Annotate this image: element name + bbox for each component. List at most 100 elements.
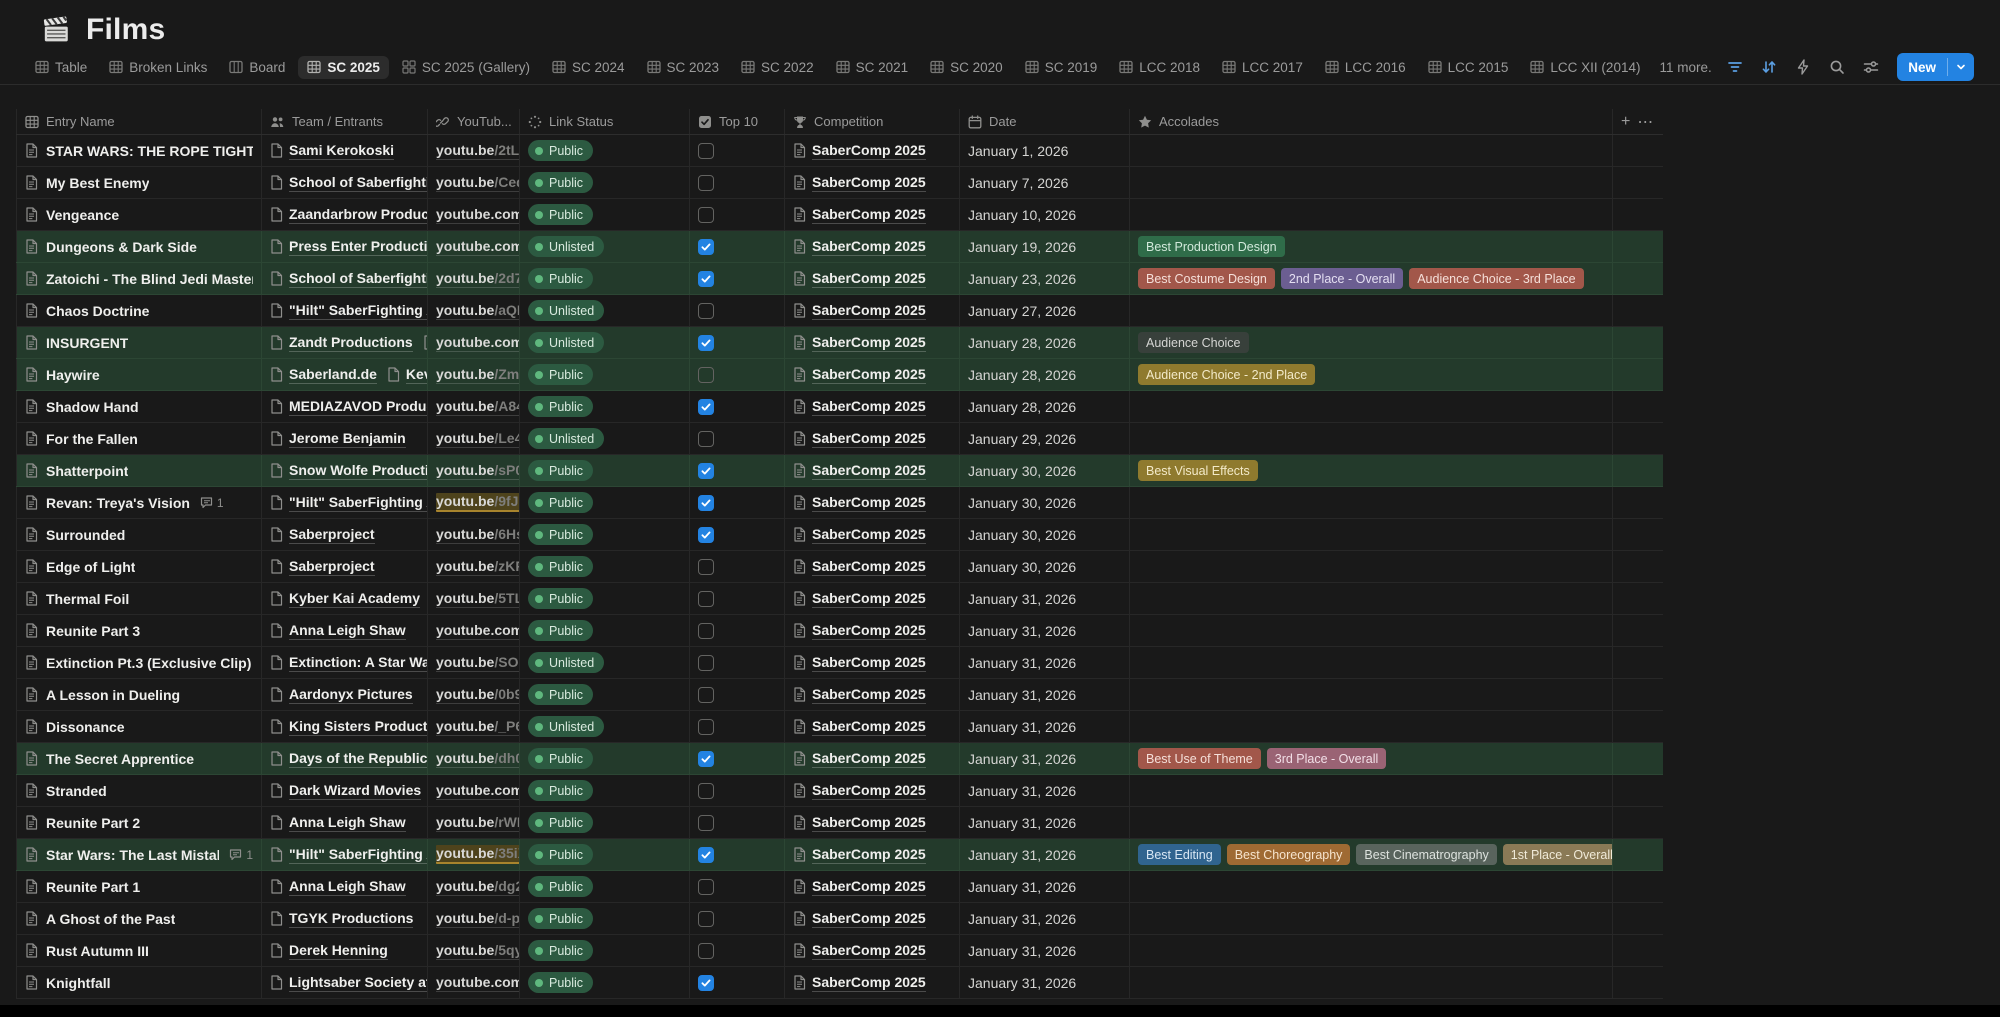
team-page-link[interactable]: "Hilt" SaberFighting Acad bbox=[270, 494, 427, 512]
team-page-link[interactable]: Extinction: A Star Wars St bbox=[270, 654, 427, 672]
competition-page-link[interactable]: SaberComp 2025 bbox=[793, 686, 926, 704]
table-row[interactable]: Haywire Saberland.de Kevin B youtu.be/Zmkl P… bbox=[16, 359, 1663, 391]
column-header-team[interactable]: Team / Entrants bbox=[262, 109, 428, 134]
table-row[interactable]: Knightfall Lightsaber Society at Bois yout… bbox=[16, 967, 1663, 999]
tab-sc-2021[interactable]: SC 2021 bbox=[827, 56, 918, 79]
column-header-status[interactable]: Link Status bbox=[520, 109, 690, 134]
entry-name[interactable]: Shatterpoint bbox=[46, 463, 128, 479]
youtube-link[interactable]: youtube.com/w bbox=[436, 238, 519, 256]
entry-name[interactable]: A Lesson in Dueling bbox=[46, 687, 180, 703]
youtube-link[interactable]: youtube.com/w bbox=[436, 974, 519, 992]
competition-page-link[interactable]: SaberComp 2025 bbox=[793, 654, 926, 672]
competition-page-link[interactable]: SaberComp 2025 bbox=[793, 846, 926, 864]
competition-page-link[interactable]: SaberComp 2025 bbox=[793, 206, 926, 224]
top10-checkbox[interactable] bbox=[698, 974, 714, 991]
entry-name[interactable]: My Best Enemy bbox=[46, 175, 149, 191]
team-page-link[interactable]: Saberproject bbox=[270, 526, 375, 544]
column-header-comp[interactable]: Competition bbox=[785, 109, 960, 134]
accolade-tag[interactable]: 2nd Place - Overall bbox=[1280, 268, 1404, 289]
competition-page-link[interactable]: SaberComp 2025 bbox=[793, 910, 926, 928]
accolade-tag[interactable]: Best Cinematrography bbox=[1356, 844, 1497, 865]
tab-sc-2020[interactable]: SC 2020 bbox=[921, 56, 1012, 79]
youtube-link[interactable]: youtu.be/Le4_ bbox=[436, 430, 519, 448]
entry-name[interactable]: A Ghost of the Past bbox=[46, 911, 175, 927]
competition-page-link[interactable]: SaberComp 2025 bbox=[793, 718, 926, 736]
link-status-badge[interactable]: Public bbox=[528, 364, 594, 385]
accolade-tag[interactable]: Best Costume Design bbox=[1138, 268, 1275, 289]
youtube-link[interactable]: youtu.be/aQN2 bbox=[436, 302, 519, 320]
link-status-badge[interactable]: Public bbox=[528, 812, 594, 833]
sort-icon[interactable] bbox=[1759, 57, 1779, 77]
entry-name[interactable]: Shadow Hand bbox=[46, 399, 139, 415]
accolade-tag[interactable]: Best Editing bbox=[1138, 844, 1221, 865]
top10-checkbox[interactable] bbox=[698, 910, 714, 927]
youtube-link[interactable]: youtu.be/6HsI bbox=[436, 526, 519, 544]
entry-name[interactable]: Dissonance bbox=[46, 719, 125, 735]
top10-checkbox[interactable] bbox=[698, 750, 714, 767]
link-status-badge[interactable]: Public bbox=[528, 780, 594, 801]
table-row[interactable]: Surrounded Saberproject youtu.be/6HsI Publi… bbox=[16, 519, 1663, 551]
table-row[interactable]: My Best Enemy School of Saberfighting yout… bbox=[16, 167, 1663, 199]
competition-page-link[interactable]: SaberComp 2025 bbox=[793, 462, 926, 480]
table-row[interactable]: Star Wars: The Last Mistake 1 "Hilt" Saber… bbox=[16, 839, 1663, 871]
column-header-accolades[interactable]: Accolades bbox=[1130, 109, 1613, 134]
top10-checkbox[interactable] bbox=[698, 174, 714, 191]
top10-checkbox[interactable] bbox=[698, 526, 714, 543]
top10-checkbox[interactable] bbox=[698, 462, 714, 479]
accolade-tag[interactable]: Best Choreography bbox=[1226, 844, 1351, 865]
entry-name[interactable]: Revan: Treya's Vision bbox=[46, 495, 190, 511]
entry-name[interactable]: Knightfall bbox=[46, 975, 111, 991]
link-status-badge[interactable]: Public bbox=[528, 140, 594, 161]
youtube-link[interactable]: youtu.be/5qys bbox=[436, 942, 519, 960]
sliders-icon[interactable] bbox=[1861, 57, 1881, 77]
comment-indicator[interactable]: 1 bbox=[229, 848, 253, 862]
youtube-link[interactable]: youtu.be/35iX bbox=[436, 845, 519, 864]
youtube-link[interactable]: youtube.com/w bbox=[436, 622, 519, 640]
youtube-link[interactable]: youtu.be/sP0l bbox=[436, 462, 519, 480]
team-page-link[interactable]: Dark Wizard Movies bbox=[270, 782, 422, 800]
team-page-link[interactable]: TGYK Productions bbox=[270, 910, 414, 928]
new-button-label[interactable]: New bbox=[1897, 53, 1947, 81]
top10-checkbox[interactable] bbox=[698, 686, 714, 703]
entry-name[interactable]: Vengeance bbox=[46, 207, 119, 223]
tab-sc-2025-gallery-[interactable]: SC 2025 (Gallery) bbox=[393, 56, 539, 79]
team-page-link[interactable]: Anna Leigh Shaw bbox=[270, 814, 406, 832]
comment-indicator[interactable]: 1 bbox=[200, 496, 224, 510]
tab-sc-2022[interactable]: SC 2022 bbox=[732, 56, 823, 79]
link-status-badge[interactable]: Public bbox=[528, 172, 594, 193]
top10-checkbox[interactable] bbox=[698, 590, 714, 607]
link-status-badge[interactable]: Unlisted bbox=[528, 236, 605, 257]
youtube-link[interactable]: youtu.be/2d73 bbox=[436, 270, 519, 288]
tab-lcc-2016[interactable]: LCC 2016 bbox=[1316, 56, 1415, 79]
youtube-link[interactable]: youtu.be/Ceq. bbox=[436, 174, 519, 192]
entry-name[interactable]: Reunite Part 2 bbox=[46, 815, 140, 831]
accolade-tag[interactable]: Audience Choice bbox=[1138, 332, 1249, 353]
table-row[interactable]: Chaos Doctrine "Hilt" SaberFighting Acad y… bbox=[16, 295, 1663, 327]
youtube-link[interactable]: youtu.be/9fJO bbox=[436, 493, 519, 512]
link-status-badge[interactable]: Public bbox=[528, 748, 594, 769]
link-status-badge[interactable]: Public bbox=[528, 940, 594, 961]
youtube-link[interactable]: youtu.be/SOQ bbox=[436, 654, 519, 672]
team-page-link[interactable]: "Hilt" SaberFighting Acad bbox=[270, 302, 427, 320]
link-status-badge[interactable]: Public bbox=[528, 972, 594, 993]
table-row[interactable]: Revan: Treya's Vision 1 "Hilt" SaberFighti… bbox=[16, 487, 1663, 519]
entry-name[interactable]: Reunite Part 1 bbox=[46, 879, 140, 895]
entry-name[interactable]: Thermal Foil bbox=[46, 591, 129, 607]
competition-page-link[interactable]: SaberComp 2025 bbox=[793, 270, 926, 288]
youtube-link[interactable]: youtu.be/dg26 bbox=[436, 878, 519, 896]
tab-lcc-xii-2014-[interactable]: LCC XII (2014) bbox=[1521, 56, 1649, 79]
top10-checkbox[interactable] bbox=[698, 366, 714, 383]
entry-name[interactable]: Reunite Part 3 bbox=[46, 623, 140, 639]
top10-checkbox[interactable] bbox=[698, 782, 714, 799]
youtube-link[interactable]: youtu.be/2tLQ bbox=[436, 142, 519, 160]
link-status-badge[interactable]: Public bbox=[528, 268, 594, 289]
team-page-link[interactable]: Anna Leigh Shaw bbox=[270, 622, 406, 640]
link-status-badge[interactable]: Unlisted bbox=[528, 716, 605, 737]
chevron-down-icon[interactable] bbox=[1948, 53, 1974, 81]
table-row[interactable]: A Lesson in Dueling Aardonyx Pictures yout… bbox=[16, 679, 1663, 711]
top10-checkbox[interactable] bbox=[698, 878, 714, 895]
competition-page-link[interactable]: SaberComp 2025 bbox=[793, 494, 926, 512]
table-row[interactable]: INSURGENTZandt ProductionsTeyoutube.com/… bbox=[16, 327, 1663, 359]
tab-sc-2025[interactable]: SC 2025 bbox=[298, 55, 389, 79]
team-page-link[interactable]: Derek Henning bbox=[270, 942, 388, 960]
